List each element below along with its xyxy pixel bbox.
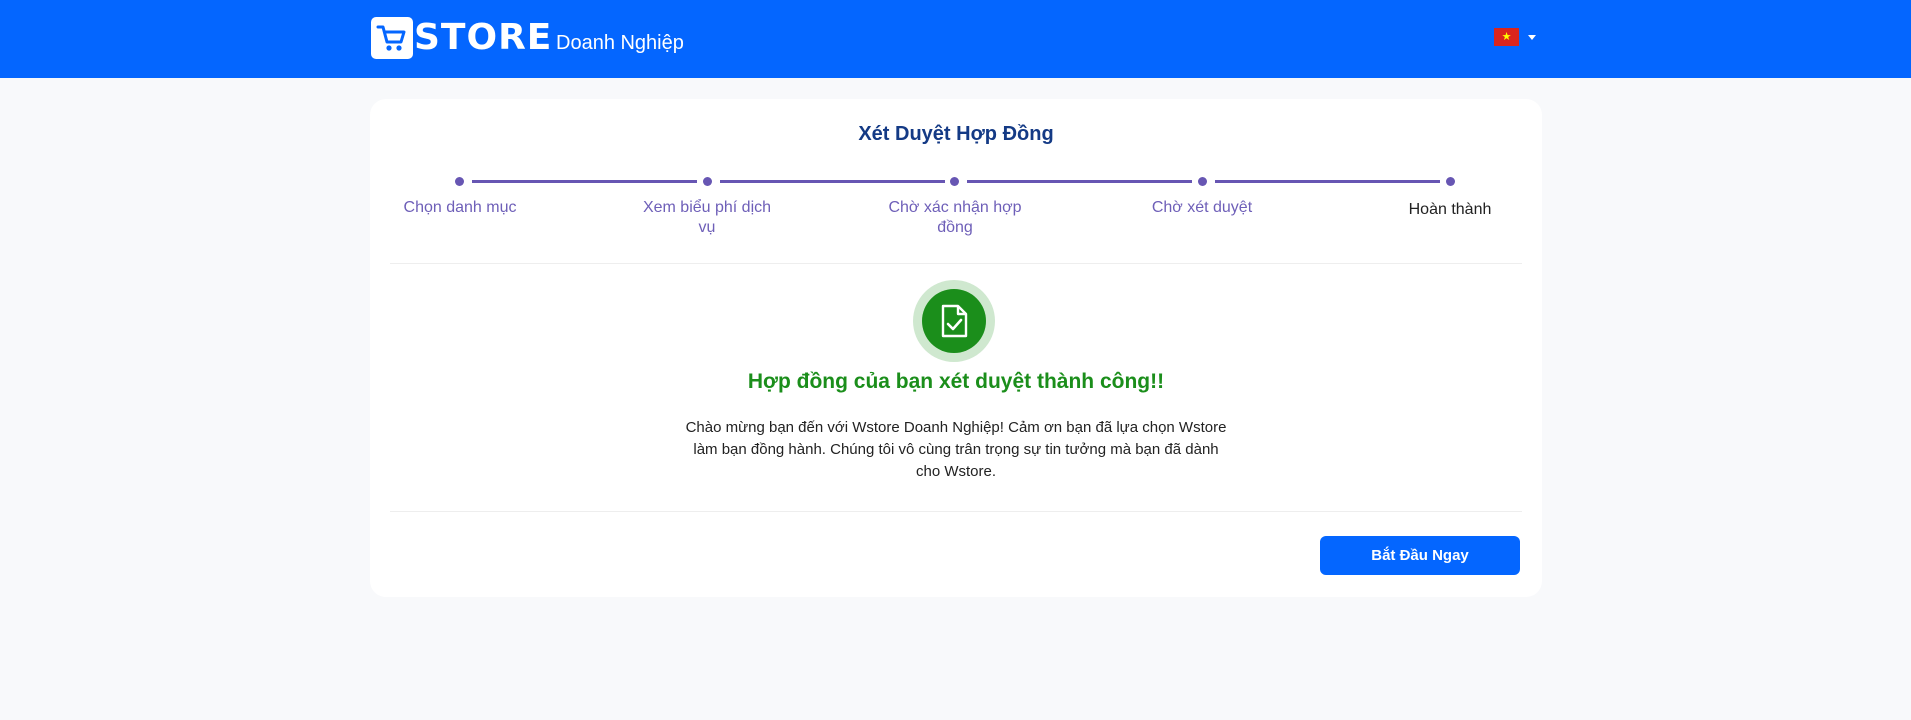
wstore-logo[interactable]: STORE [371, 17, 552, 59]
step-dot [1446, 177, 1455, 186]
step-label-await-confirmation: Chờ xác nhận hợp đồng [888, 199, 1022, 236]
start-now-button[interactable]: Bắt Đầu Ngay [1320, 536, 1520, 575]
document-check-icon [922, 289, 986, 353]
step-label-view-fees: Xem biểu phí dịch vụ [642, 199, 772, 236]
header-subtitle: Doanh Nghiệp [556, 32, 684, 54]
step-dot [703, 177, 712, 186]
top-header: STORE Doanh Nghiệp ★ [0, 0, 1911, 78]
step-connector [472, 180, 697, 183]
step-connector [967, 180, 1192, 183]
step-connector [720, 180, 945, 183]
logo-text: STORE [414, 17, 553, 58]
progress-stepper: Chọn danh mục Xem biểu phí dịch vụ Chờ x… [370, 99, 1542, 249]
vietnam-flag-icon: ★ [1494, 28, 1519, 46]
step-connector [1215, 180, 1440, 183]
step-dot [455, 177, 464, 186]
cart-icon [371, 17, 413, 59]
contract-review-card: Xét Duyệt Hợp Đồng Chọn danh mục Xem biể… [370, 99, 1542, 597]
caret-down-icon [1528, 34, 1536, 40]
step-label-select-category: Chọn danh mục [403, 199, 517, 216]
language-selector[interactable]: ★ [1494, 28, 1536, 46]
welcome-message: Chào mừng bạn đến với Wstore Doanh Nghiệ… [685, 419, 1227, 480]
step-dot [1198, 177, 1207, 186]
success-title: Hợp đồng của bạn xét duyệt thành công!! [747, 370, 1165, 393]
success-badge [913, 280, 995, 362]
divider [390, 263, 1522, 264]
step-label-complete: Hoàn thành [1408, 201, 1492, 218]
divider [390, 511, 1522, 512]
step-dot [950, 177, 959, 186]
step-label-await-review: Chờ xét duyệt [1151, 199, 1253, 216]
